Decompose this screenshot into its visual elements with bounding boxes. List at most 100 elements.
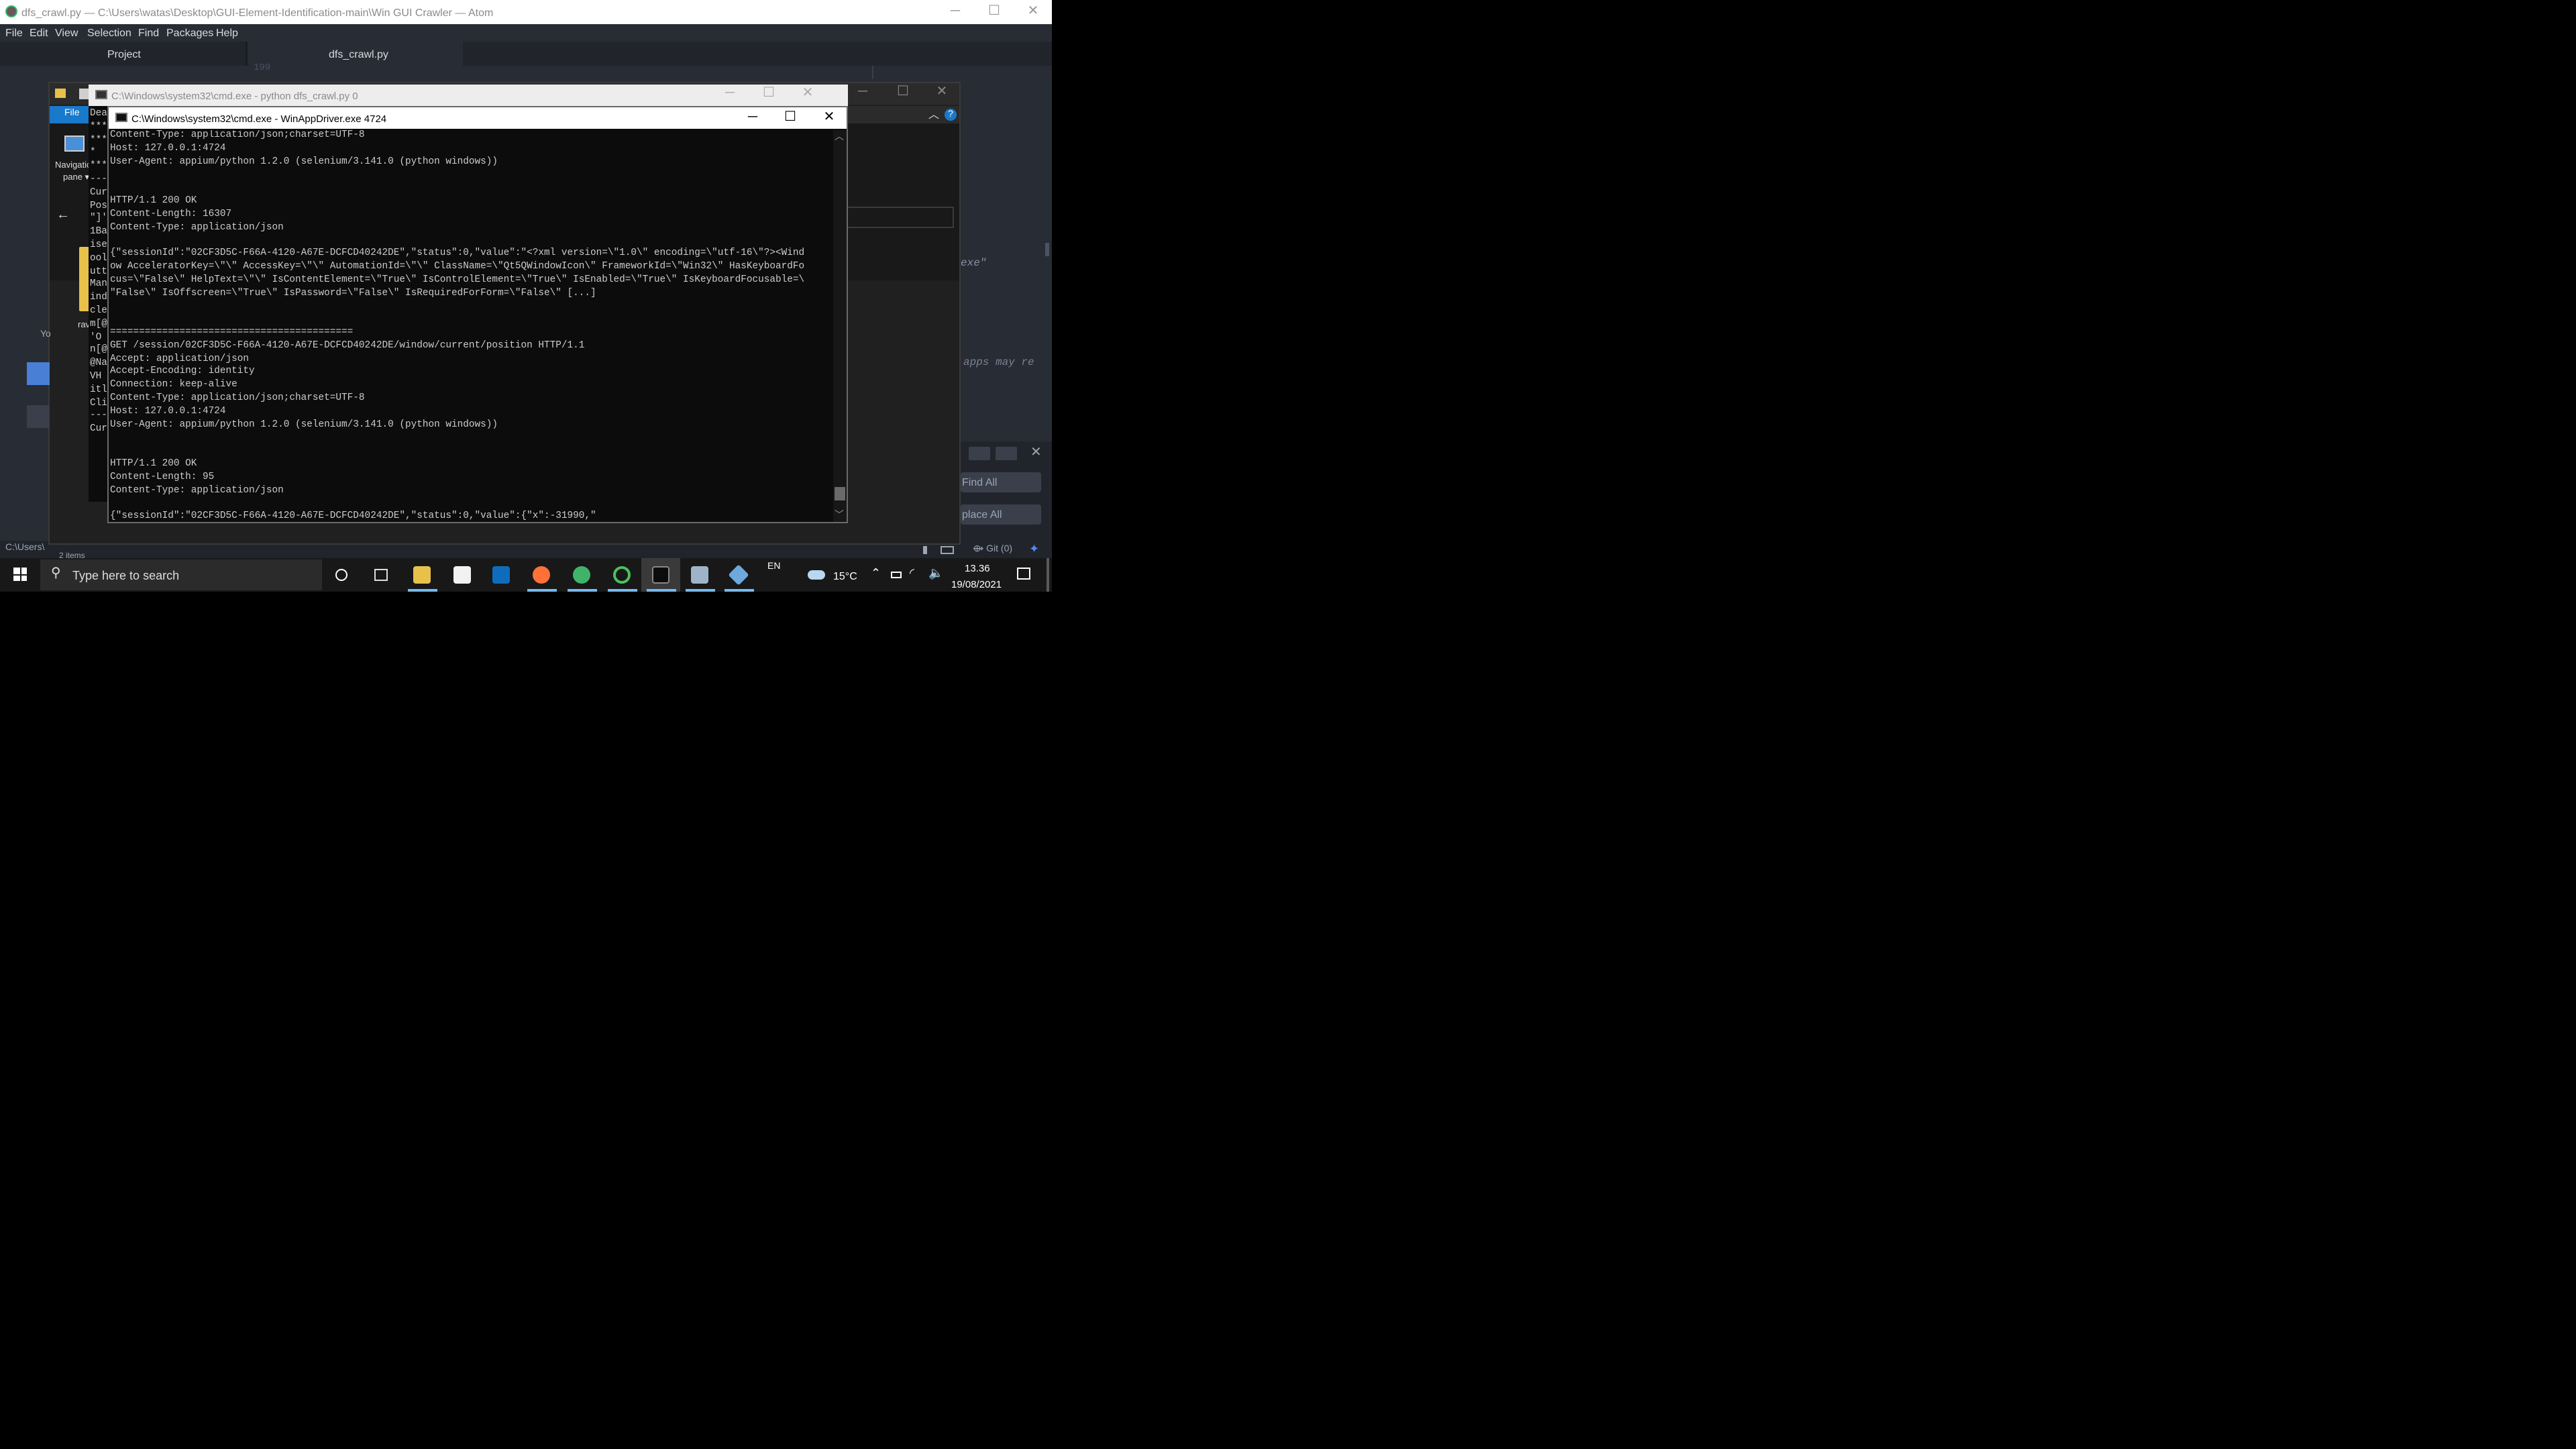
volume-icon[interactable]: 🔈 (928, 566, 943, 581)
cmd-python-close-button[interactable]: ✕ (797, 85, 818, 103)
cmd-close-button[interactable]: ✕ (818, 109, 840, 127)
cmd-python-console[interactable]: Dea**********---CurrPos"]'1BaiseooluttMa… (89, 106, 107, 502)
firefox-icon[interactable] (533, 566, 550, 584)
atom-title-bar[interactable]: dfs_crawl.py — C:\Users\watas\Desktop\GU… (0, 0, 1052, 24)
menu-help[interactable]: Help (216, 27, 238, 39)
atom-maximize-button[interactable]: ☐ (983, 3, 1005, 21)
notification-icon[interactable] (1017, 568, 1030, 580)
back-arrow-icon[interactable]: ← (56, 208, 70, 223)
task-view-icon[interactable] (374, 569, 388, 581)
scroll-down-arrow-icon[interactable]: ﹀ (835, 508, 844, 522)
taskbar: ⚲ Type here to search EN 15°C ⌃ ◜ 🔈 13.3… (0, 558, 1052, 592)
sidebar-blue-tile[interactable] (27, 362, 50, 385)
find-option-icon[interactable] (996, 447, 1017, 460)
console-output[interactable]: Content-Type: application/json;charset=U… (110, 130, 832, 522)
cmd-taskbar-active[interactable] (641, 558, 680, 592)
microsoft-store-icon[interactable] (453, 566, 471, 584)
explorer-close-button[interactable]: ✕ (931, 83, 953, 102)
outlook-icon[interactable] (492, 566, 510, 584)
taskbar-search-box[interactable]: ⚲ Type here to search (40, 559, 322, 590)
cmd-winappdriver-title: C:\Windows\system32\cmd.exe - WinAppDriv… (131, 113, 387, 125)
windows-start-icon[interactable] (13, 568, 27, 581)
console-line: HTTP/1.1 200 OK (110, 195, 197, 207)
chevron-up-icon[interactable]: ︿ (928, 107, 939, 122)
cmd-winappdriver-window: C:\Windows\system32\cmd.exe - WinAppDriv… (107, 106, 848, 523)
git-status[interactable]: ⟴ Git (0) (973, 543, 1012, 554)
status-path: C:\Users\ (5, 543, 45, 553)
cortana-icon[interactable] (335, 569, 347, 581)
cmd-python-window-title-bar[interactable]: C:\Windows\system32\cmd.exe - python dfs… (89, 85, 848, 106)
console-line: Curr (90, 187, 107, 199)
chevron-up-icon[interactable]: ⌃ (871, 566, 881, 581)
find-all-button[interactable]: Find All (961, 472, 1041, 492)
cmd-maximize-button[interactable]: ☐ (780, 109, 801, 127)
navigation-pane-icon[interactable] (64, 136, 85, 152)
weather-temperature[interactable]: 15°C (833, 570, 857, 582)
console-line: n[@ (90, 345, 107, 356)
atom-icon[interactable] (573, 566, 590, 584)
app-ring-icon[interactable] (613, 566, 631, 584)
find-option-icon[interactable] (969, 447, 990, 460)
atom-minimize-button[interactable]: ─ (945, 3, 966, 21)
wifi-icon[interactable]: ◜ (910, 566, 914, 581)
console-line: User-Agent: appium/python 1.2.0 (seleniu… (110, 419, 498, 431)
editor-scrollbar-thumb[interactable] (1045, 243, 1049, 256)
console-line: Curr (90, 424, 107, 435)
console-line: GET /session/02CF3D5C-F66A-4120-A67E-DCF… (110, 340, 585, 352)
scroll-thumb[interactable] (835, 487, 845, 500)
help-icon[interactable]: ? (945, 109, 957, 121)
cmd-python-maximize-button[interactable]: ☐ (758, 85, 780, 103)
explorer-maximize-button[interactable]: ☐ (892, 83, 914, 102)
clock-date[interactable]: 19/08/2021 (951, 578, 1002, 590)
folder-icon (55, 89, 66, 98)
atom-logo-icon (5, 5, 17, 17)
menu-find[interactable]: Find (138, 27, 159, 39)
file-explorer-icon[interactable] (413, 566, 431, 584)
navigation-pane-label-1: Navigatic (55, 161, 91, 170)
cmd-python-minimize-button[interactable]: ─ (719, 85, 741, 103)
sidebar-text: Yo (40, 330, 51, 339)
sidebar-gray-tile[interactable] (27, 405, 50, 428)
menu-view[interactable]: View (55, 27, 78, 39)
console-scrollbar[interactable]: ︿ ﹀ (833, 130, 847, 522)
quick-access-icon[interactable] (79, 89, 89, 99)
console-line: cus=\"False\" HelpText=\"\" IsContentEle… (110, 274, 805, 286)
console-line: Content-Type: application/json;charset=U… (110, 130, 365, 141)
cmd-minimize-button[interactable]: ─ (742, 109, 763, 127)
tab-dfs-crawl[interactable]: dfs_crawl.py (248, 42, 463, 66)
menu-selection[interactable]: Selection (87, 27, 131, 39)
console-line: Content-Length: 95 (110, 472, 215, 483)
show-desktop-strip[interactable] (1046, 558, 1049, 592)
status-icon[interactable] (941, 546, 954, 554)
close-icon[interactable]: ✕ (1030, 445, 1042, 460)
clock-time[interactable]: 13.36 (965, 562, 990, 574)
printer-app-icon[interactable] (691, 566, 708, 584)
cmd-winappdriver-title-bar[interactable]: C:\Windows\system32\cmd.exe - WinAppDriv… (109, 107, 847, 129)
menu-packages[interactable]: Packages (166, 27, 213, 39)
tab-project[interactable]: Project (0, 42, 247, 66)
navigation-pane-label-2: pane ▾ (63, 173, 90, 182)
weather-cloud-icon[interactable] (808, 570, 825, 580)
battery-icon[interactable] (891, 572, 902, 578)
explorer-search-box[interactable] (847, 207, 954, 228)
atom-close-button[interactable]: ✕ (1022, 3, 1044, 21)
console-line: HTTP/1.1 200 OK (110, 458, 197, 470)
menu-file[interactable]: File (5, 27, 23, 39)
scroll-up-arrow-icon[interactable]: ︿ (835, 130, 844, 144)
status-icon[interactable] (923, 546, 927, 554)
console-line: Host: 127.0.0.1:4724 (110, 406, 226, 417)
virtualbox-icon[interactable] (728, 564, 749, 586)
console-line: {"sessionId":"02CF3D5C-F66A-4120-A67E-DC… (110, 511, 832, 522)
input-language[interactable]: EN (767, 562, 780, 572)
menu-edit[interactable]: Edit (30, 27, 48, 39)
replace-all-button[interactable]: place All (961, 504, 1041, 525)
explorer-file-tab[interactable]: File (50, 106, 90, 123)
explorer-minimize-button[interactable]: ─ (852, 83, 873, 102)
git-label: Git (0) (986, 545, 1013, 554)
console-line: 1Ba (90, 227, 107, 238)
github-icon[interactable]: ✦ (1029, 542, 1039, 557)
console-line: Content-Type: application/json (110, 222, 284, 233)
console-line: Content-Type: application/json;charset=U… (110, 392, 365, 404)
explorer-file-tab-label: File (64, 109, 80, 118)
running-indicator (408, 589, 437, 592)
